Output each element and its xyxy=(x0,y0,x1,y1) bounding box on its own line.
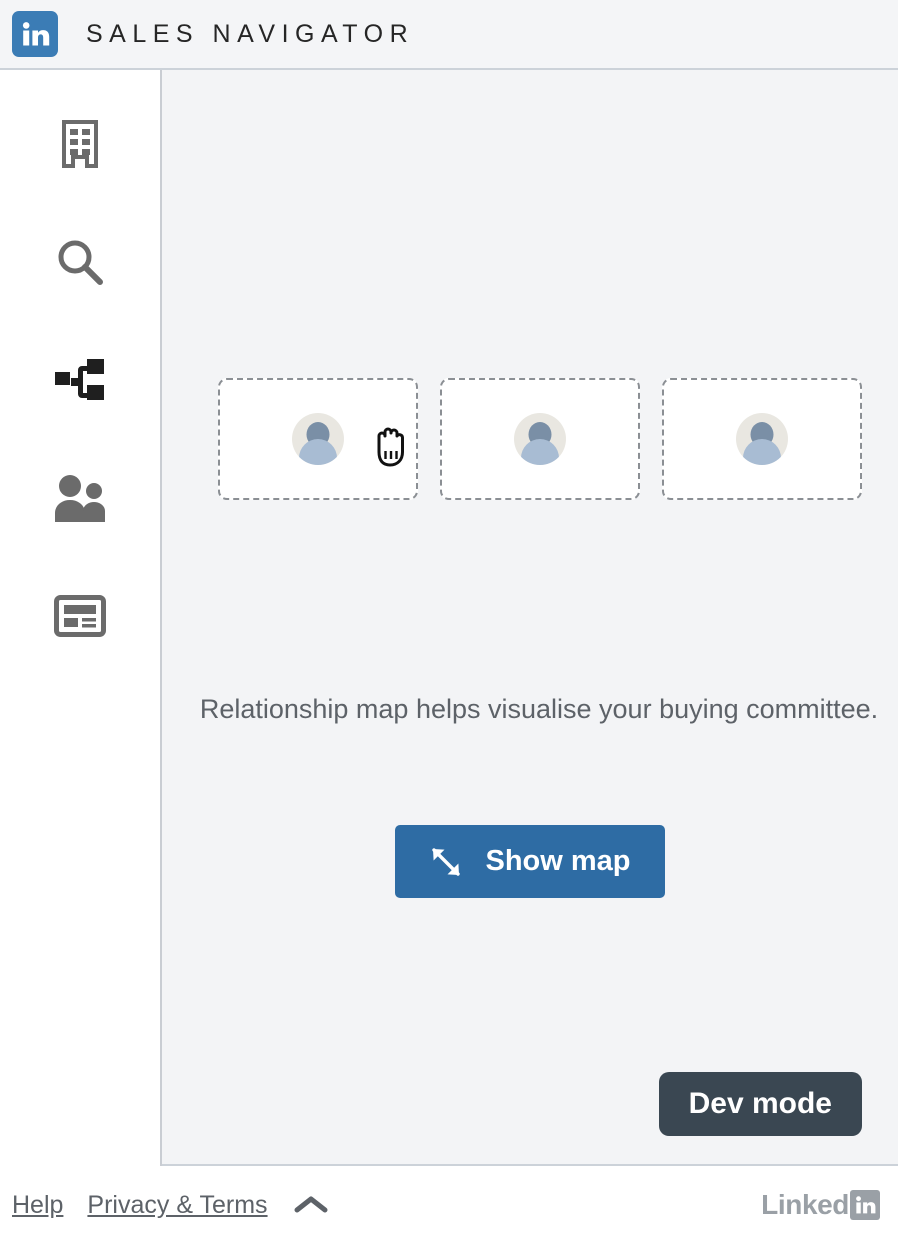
avatar-body xyxy=(299,439,337,465)
linkedin-in-box-icon xyxy=(850,1190,880,1220)
app-footer: Help Privacy & Terms Linked xyxy=(0,1166,898,1244)
linkedin-wordmark: Linked xyxy=(761,1189,880,1221)
chevron-up-icon[interactable] xyxy=(294,1195,328,1215)
people-icon xyxy=(53,474,107,522)
sidebar-item-news[interactable] xyxy=(35,576,125,656)
grab-hand-cursor xyxy=(370,420,412,468)
avatar-body xyxy=(521,439,559,465)
placeholder-card[interactable] xyxy=(440,378,640,500)
left-sidebar xyxy=(0,70,162,1166)
dev-mode-button[interactable]: Dev mode xyxy=(659,1072,862,1136)
person-avatar-icon xyxy=(736,413,788,465)
app-root: SALES NAVIGATOR xyxy=(0,0,898,1244)
search-icon xyxy=(54,236,106,288)
sidebar-item-leads[interactable] xyxy=(35,458,125,538)
linkedin-logo-icon[interactable] xyxy=(12,11,58,57)
avatar-body xyxy=(743,439,781,465)
placeholder-cards-row xyxy=(218,378,862,500)
sidebar-item-search[interactable] xyxy=(35,222,125,302)
placeholder-card[interactable] xyxy=(218,378,418,500)
dev-mode-button-wrap: Dev mode xyxy=(659,1072,862,1136)
privacy-terms-link[interactable]: Privacy & Terms xyxy=(87,1191,267,1220)
expand-diagonal-icon xyxy=(429,845,463,879)
footer-links: Help Privacy & Terms xyxy=(12,1191,328,1220)
news-card-icon xyxy=(54,595,106,637)
main-content: Relationship map helps visualise your bu… xyxy=(162,70,898,1166)
sidebar-item-relationship-map[interactable] xyxy=(35,340,125,420)
empty-state-message: Relationship map helps visualise your bu… xyxy=(186,690,892,728)
building-icon xyxy=(56,118,104,170)
app-body: Relationship map helps visualise your bu… xyxy=(0,70,898,1166)
help-link[interactable]: Help xyxy=(12,1191,63,1220)
org-chart-icon xyxy=(54,357,106,403)
show-map-button-wrap: Show map xyxy=(162,825,898,898)
show-map-button[interactable]: Show map xyxy=(395,825,664,898)
sidebar-item-accounts[interactable] xyxy=(35,104,125,184)
person-avatar-icon xyxy=(514,413,566,465)
brand-title: SALES NAVIGATOR xyxy=(86,20,414,49)
placeholder-card[interactable] xyxy=(662,378,862,500)
person-avatar-icon xyxy=(292,413,344,465)
app-header: SALES NAVIGATOR xyxy=(0,0,898,70)
show-map-label: Show map xyxy=(485,845,630,878)
linkedin-wordmark-text: Linked xyxy=(761,1189,849,1221)
